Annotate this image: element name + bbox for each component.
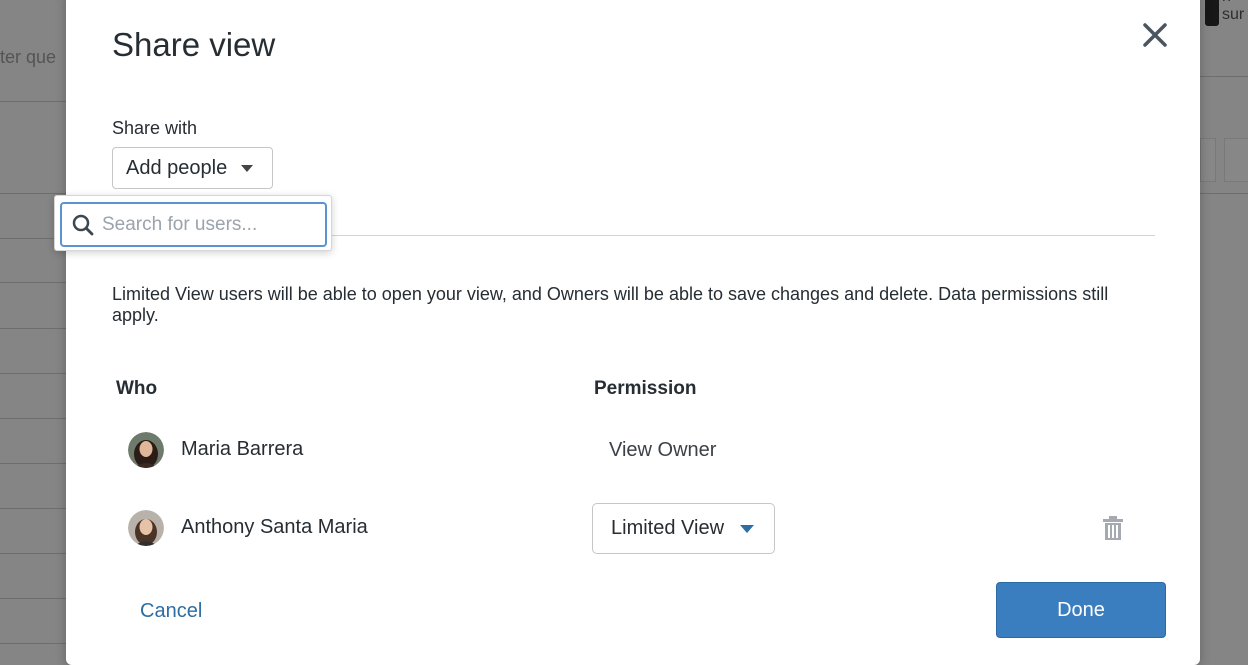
column-header-permission: Permission (594, 378, 697, 399)
avatar (128, 432, 164, 468)
add-people-popover (54, 195, 332, 251)
permissions-info-text: Limited View users will be able to open … (112, 284, 1109, 325)
column-header-who: Who (116, 378, 158, 399)
close-button[interactable] (1140, 20, 1170, 50)
done-button[interactable]: Done (996, 582, 1166, 638)
search-users-input[interactable] (102, 213, 322, 236)
remove-user-button[interactable] (1102, 515, 1124, 541)
share-with-label: Share with (112, 118, 198, 138)
add-people-label: Add people (126, 156, 228, 179)
chevron-down-icon (241, 164, 254, 172)
cancel-button[interactable]: Cancel (140, 600, 202, 623)
permission-value: View Owner (609, 439, 717, 461)
search-icon (72, 214, 94, 235)
avatar (128, 510, 164, 546)
user-name: Anthony Santa Maria (181, 516, 368, 538)
modal-title: Share view (112, 26, 276, 63)
permission-dropdown[interactable]: Limited View (592, 503, 775, 554)
trash-icon (1103, 516, 1123, 540)
chevron-down-icon (740, 524, 755, 533)
permission-dropdown-label: Limited View (611, 517, 725, 539)
add-people-dropdown[interactable]: Add people (112, 147, 273, 189)
close-icon (1143, 23, 1167, 47)
share-view-modal: Share view Share with Add people Limited… (66, 0, 1200, 665)
user-name: Maria Barrera (181, 438, 304, 460)
search-box (60, 202, 327, 247)
